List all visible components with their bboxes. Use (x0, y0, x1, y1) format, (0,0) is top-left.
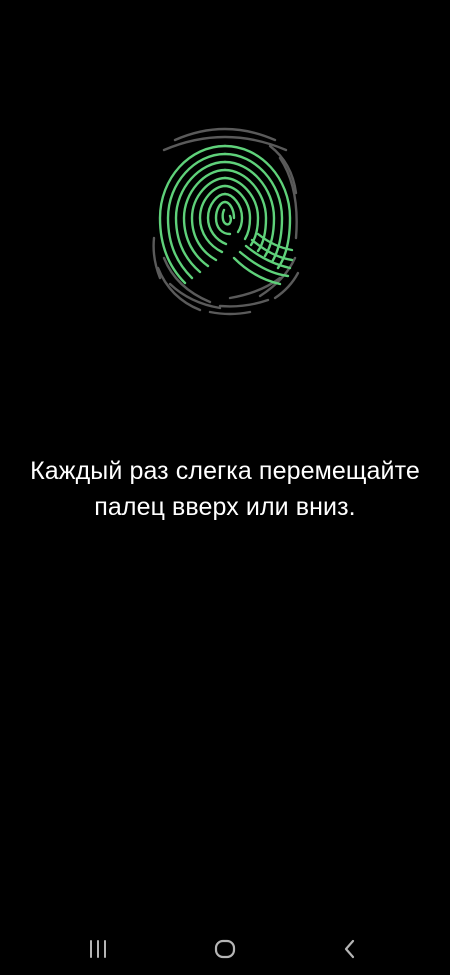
recent-apps-icon (90, 940, 106, 958)
home-button[interactable] (195, 923, 255, 975)
enrollment-instruction: Каждый раз слегка перемещайте палец ввер… (30, 457, 420, 521)
back-button[interactable] (320, 923, 380, 975)
navigation-bar (0, 923, 450, 975)
recent-apps-button[interactable] (68, 923, 128, 975)
fingerprint-icon (152, 127, 300, 316)
back-icon (344, 939, 355, 959)
home-icon (214, 939, 236, 959)
